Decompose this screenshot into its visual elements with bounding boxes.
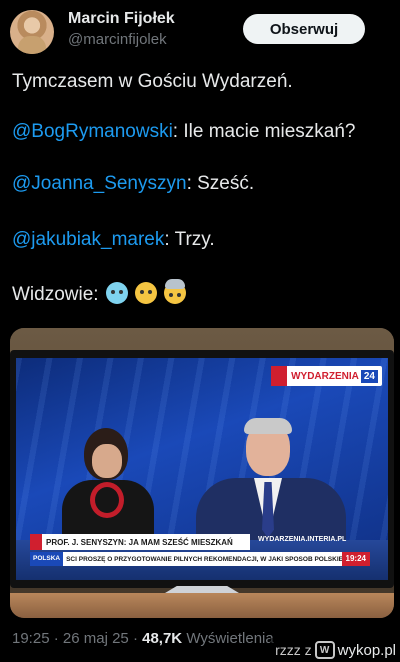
author-name[interactable]: Marcin Fijołek xyxy=(68,10,175,28)
channel-logo: WYDARZENIA 24 xyxy=(271,366,382,386)
tweet-time[interactable]: 19:25 xyxy=(12,630,50,647)
tweet-line-3: @Joanna_Senyszyn: Sześć. xyxy=(12,172,254,196)
views-label: Wyświetlenia xyxy=(186,630,274,647)
channel-website: WYDARZENIA.INTERIA.PL xyxy=(258,536,347,543)
television: WYDARZENIA 24 PROF. J. SENYSZYN: JA MAM … xyxy=(10,350,394,588)
wykop-watermark: rzzz z W wykop.pl xyxy=(270,638,400,662)
mention-link[interactable]: @Joanna_Senyszyn xyxy=(12,173,187,194)
meta-separator: · xyxy=(53,630,59,647)
cold-face-emoji-icon xyxy=(105,282,128,304)
news-ticker: POLSKA ŚCI PROSZĘ O PRZYGOTOWANIE PILNYC… xyxy=(30,552,370,566)
ticker-section: POLSKA xyxy=(30,552,64,566)
tweet-text-fragment: : Trzy. xyxy=(164,229,215,250)
wykop-logo-icon: W xyxy=(314,641,335,659)
caption-tag-icon xyxy=(30,534,42,550)
tv-cabinet xyxy=(10,593,394,618)
tweet-line-4: @jakubiak_marek: Trzy. xyxy=(12,228,215,252)
mention-link[interactable]: @BogRymanowski xyxy=(12,121,173,142)
tweet-text-fragment: Widzowie: xyxy=(12,284,99,305)
tweet-line-5: Widzowie: xyxy=(12,279,187,307)
tweet-meta: 19:25 · 26 maj 25 · 48,7K Wyświetlenia xyxy=(12,630,274,647)
tweet-line-1: Tymczasem w Gościu Wydarzeń. xyxy=(12,71,293,92)
lower-third-caption: PROF. J. SENYSZYN: JA MAM SZEŚĆ MIESZKAŃ xyxy=(30,534,250,550)
tv-screen: WYDARZENIA 24 PROF. J. SENYSZYN: JA MAM … xyxy=(16,358,388,580)
channel-logo-icon xyxy=(271,366,288,386)
exploding-head-emoji-icon xyxy=(164,279,187,304)
screaming-face-emoji-icon xyxy=(135,282,158,304)
mention-link[interactable]: @jakubiak_marek xyxy=(12,229,164,250)
follow-button[interactable]: Obserwuj xyxy=(243,14,365,44)
watermark-user: rzzz z xyxy=(275,642,312,658)
ticker-clock: 19:24 xyxy=(341,552,370,566)
views-count: 48,7K xyxy=(142,630,183,647)
tweet-line-2: @BogRymanowski: Ile macie mieszkań? xyxy=(12,120,355,144)
channel-logo-number: 24 xyxy=(360,369,378,383)
watermark-site: wykop.pl xyxy=(337,641,396,659)
tweet-header: Marcin Fijołek @marcinfijolek Obserwuj xyxy=(0,0,400,62)
tweet-text-fragment: : Ile macie mieszkań? xyxy=(172,121,356,142)
author-handle[interactable]: @marcinfijolek xyxy=(68,31,167,48)
channel-logo-text: WYDARZENIA xyxy=(291,370,359,382)
ticker-text: ŚCI PROSZĘ O PRZYGOTOWANIE PILNYCH REKOM… xyxy=(66,555,342,563)
tweet-date[interactable]: 26 maj 25 xyxy=(63,630,129,647)
meta-separator: · xyxy=(132,630,138,647)
tweet-photo[interactable]: WYDARZENIA 24 PROF. J. SENYSZYN: JA MAM … xyxy=(10,328,394,618)
caption-text: PROF. J. SENYSZYN: JA MAM SZEŚĆ MIESZKAŃ xyxy=(46,537,233,547)
tweet-text-fragment: : Sześć. xyxy=(186,173,255,194)
avatar[interactable] xyxy=(10,10,54,54)
